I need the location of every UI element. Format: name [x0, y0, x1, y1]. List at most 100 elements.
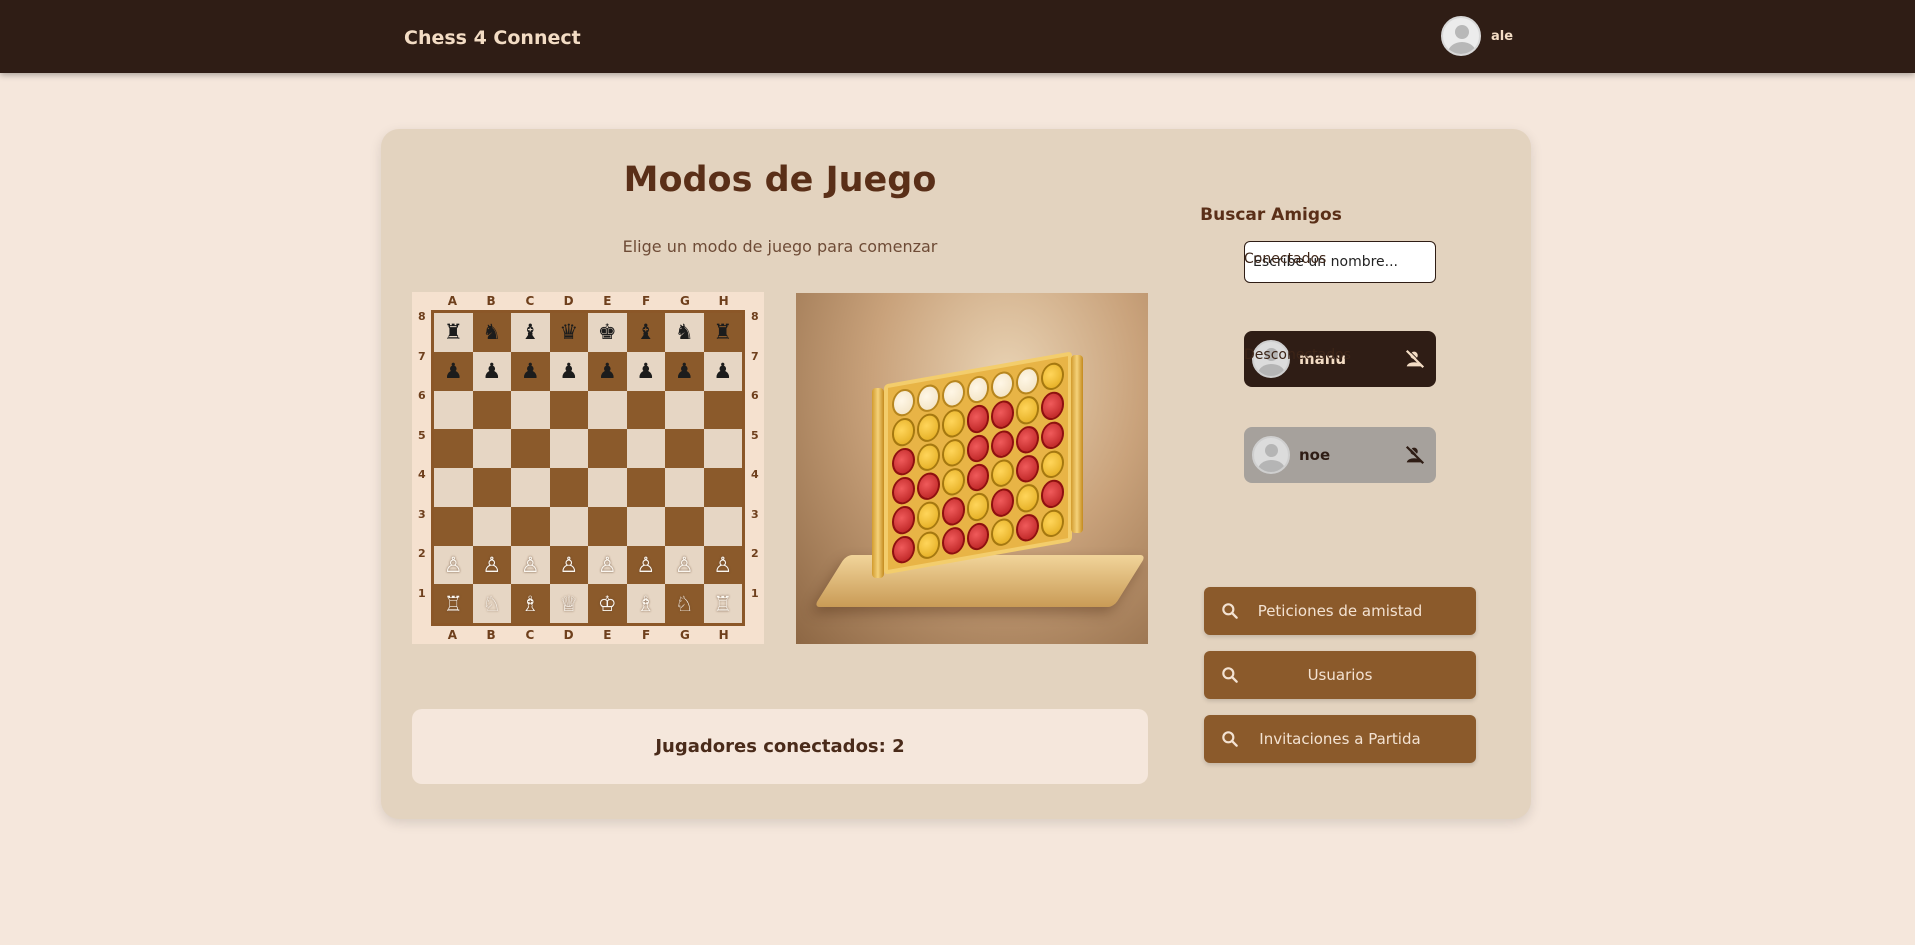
chess-square [511, 468, 550, 507]
yellow-disc [941, 437, 965, 469]
board-file-label: F [642, 628, 651, 642]
empty-slot [991, 369, 1015, 401]
chess-square [472, 429, 511, 468]
board-rank-label: 2 [418, 547, 426, 560]
navbar: Chess 4 Connect ale [0, 0, 1915, 73]
chess-piece-square: ♝ [511, 313, 550, 352]
board-rank-label: 3 [418, 507, 426, 521]
chess-square [511, 429, 550, 468]
red-disc [991, 428, 1015, 460]
red-disc [892, 533, 915, 566]
board-file-label: D [563, 628, 574, 642]
chess-piece-square: ♟ [588, 351, 627, 391]
users-label: Usuarios [1307, 666, 1373, 684]
game-invitations-button[interactable]: Invitaciones a Partida [1204, 715, 1476, 763]
red-disc [1016, 511, 1040, 544]
connect4-right-post [1071, 355, 1083, 533]
empty-slot [892, 387, 915, 419]
board-file-label: H [718, 294, 729, 308]
avatar[interactable] [1441, 16, 1481, 56]
board-ranks-right: 8 7 6 5 4 3 2 1 [745, 310, 765, 626]
chess-piece-square: ♝ [626, 313, 665, 352]
chess-square [588, 506, 627, 546]
game-invitations-label: Invitaciones a Partida [1259, 730, 1421, 748]
board-rank-label: 7 [418, 349, 426, 363]
board-file-label: G [679, 294, 690, 308]
chess-piece-square: ♟ [626, 351, 665, 391]
red-disc [892, 504, 915, 536]
game-modes-card: Modos de Juego Elige un modo de juego pa… [381, 129, 1531, 819]
red-disc [966, 461, 990, 494]
chess-square [703, 468, 742, 507]
chess-square [472, 390, 511, 430]
yellow-disc [1016, 394, 1040, 426]
yellow-disc [1041, 507, 1064, 539]
chess-piece-square: ♜ [434, 313, 473, 352]
board-file-label: E [603, 294, 612, 308]
board-rank-label: 8 [418, 310, 426, 323]
chess-piece-square: ♔ [588, 584, 627, 623]
red-disc [966, 432, 990, 465]
chess-piece-square: ♙ [588, 545, 627, 585]
chess-square [665, 390, 704, 430]
chess-mode-card[interactable]: ABCDEFGH 87654321 ♜ ♞ ♝ ♛ ♚ ♝ ♞ ♜ ♟ ♟ ♟ ♟ ♟ ♟ ♟ ♟ ♙ ♙ ♙ ♙ ♙ ♙… [412, 292, 764, 644]
chess-piece-square: ♟ [665, 351, 704, 391]
red-disc [1041, 478, 1064, 510]
chess-piece-square: ♙ [549, 545, 588, 585]
chess-piece-square: ♕ [549, 584, 588, 623]
user-menu[interactable]: ale [1441, 16, 1513, 56]
chess-square [434, 429, 473, 468]
connect4-mode-card[interactable] [796, 293, 1148, 644]
yellow-disc [916, 412, 940, 444]
friend-requests-button[interactable]: Peticiones de amistad [1204, 587, 1476, 635]
chess-square [626, 468, 665, 507]
yellow-disc [941, 407, 965, 440]
board-files-bottom: A B C D E F G H [433, 626, 743, 644]
connected-label: Conectados [1244, 251, 1327, 267]
chess-piece-square: ♟ [472, 351, 511, 391]
brand-title[interactable]: Chess 4 Connect [404, 0, 581, 73]
yellow-disc [1041, 360, 1064, 393]
chess-square [588, 390, 627, 430]
board-rank-label: 6 [751, 389, 759, 402]
friend-item-noe[interactable]: noe [1244, 427, 1436, 483]
red-disc [966, 403, 990, 435]
board-file-label: H [718, 628, 729, 642]
red-disc [1016, 423, 1040, 456]
chess-square [434, 390, 473, 430]
empty-slot [916, 382, 940, 415]
red-disc [1041, 419, 1064, 451]
chess-square [703, 390, 742, 430]
yellow-disc [966, 491, 990, 523]
board-rank-label: 5 [418, 428, 426, 442]
board-file-label: B [486, 628, 496, 642]
board-file-label: B [486, 294, 496, 308]
chess-piece-square: ♙ [434, 545, 473, 585]
red-disc [966, 520, 990, 553]
user-name[interactable]: ale [1491, 29, 1513, 44]
chess-piece-square: ♟ [434, 351, 473, 391]
chess-piece-square: ♗ [626, 584, 665, 623]
board-rank-label: 8 [751, 310, 759, 323]
yellow-disc [991, 457, 1015, 489]
chess-square [588, 468, 627, 507]
chess-piece-square: ♟ [549, 351, 588, 391]
empty-slot [966, 373, 990, 406]
chess-piece-square: ♟ [511, 351, 550, 391]
chess-piece-square: ♞ [472, 313, 511, 352]
red-disc [991, 486, 1015, 519]
chess-piece-square: ♚ [588, 313, 627, 352]
empty-slot [941, 378, 965, 410]
red-disc [1016, 453, 1040, 485]
users-button[interactable]: Usuarios [1204, 651, 1476, 699]
chess-piece-square: ♖ [434, 584, 473, 623]
chess-piece-square: ♞ [665, 313, 704, 352]
remove-friend-icon[interactable] [1404, 348, 1426, 370]
connect4-base [813, 555, 1147, 607]
remove-friend-icon[interactable] [1404, 444, 1426, 466]
page-title: Modos de Juego [623, 160, 937, 200]
yellow-disc [916, 500, 940, 532]
chess-piece-square: ♘ [665, 584, 704, 623]
chess-piece-square: ♗ [511, 584, 550, 623]
board-rank-label: 1 [418, 586, 426, 600]
